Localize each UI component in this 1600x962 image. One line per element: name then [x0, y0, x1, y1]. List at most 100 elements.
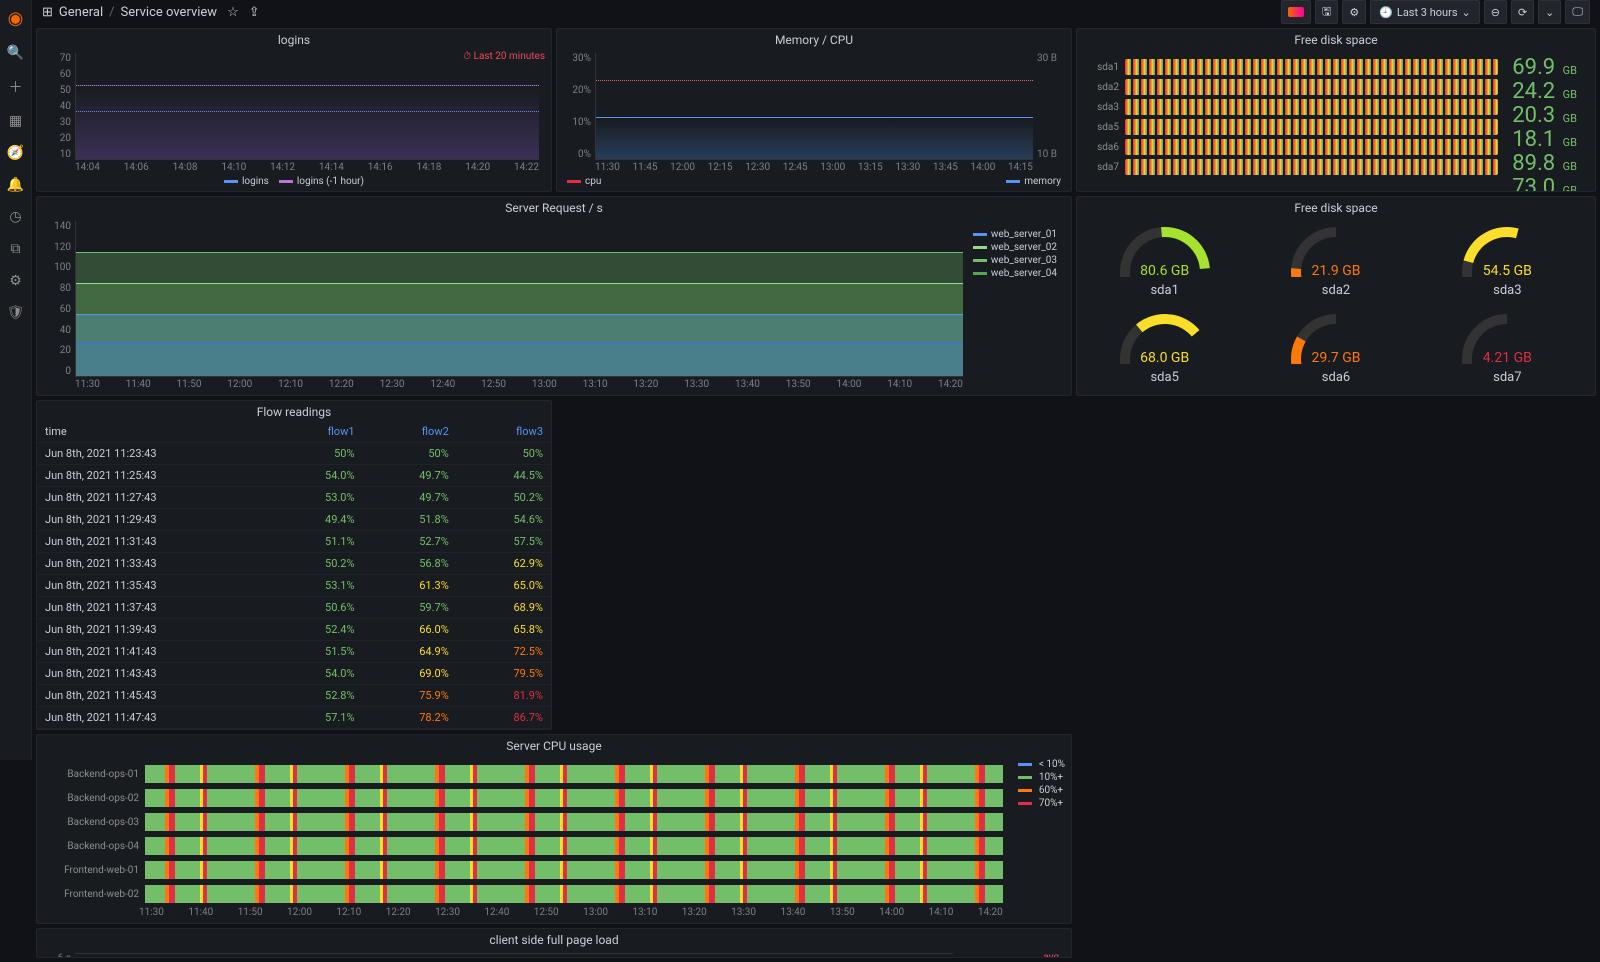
legend-item[interactable]: 60%+: [1018, 785, 1065, 796]
legend-item[interactable]: 70%+: [1018, 798, 1065, 809]
legend-item[interactable]: cpu: [567, 176, 601, 187]
page-title[interactable]: Service overview: [121, 5, 218, 20]
server-label: Backend-ops-02: [51, 793, 139, 804]
legend-item[interactable]: < 10%: [1018, 759, 1065, 770]
time-picker[interactable]: Last 3 hours ⌄: [1370, 0, 1480, 24]
explore-icon[interactable]: 🧭: [7, 145, 24, 161]
panel-free-disk-gauges[interactable]: Free disk space 80.6 GBsda121.9 GBsda254…: [1076, 196, 1596, 396]
legend-item[interactable]: web_server_02: [973, 242, 1057, 253]
cell-time: Jun 8th, 2021 11:47:43: [37, 707, 268, 729]
panel-server-requests[interactable]: Server Request / s 140120100806040200 we…: [36, 196, 1072, 396]
axis-tick: 13:20: [633, 379, 658, 391]
legend-item[interactable]: 10%+: [1018, 772, 1065, 783]
config-icon[interactable]: ⚙: [9, 273, 22, 289]
axis-tick: 12:00: [227, 379, 252, 391]
panel-flow-readings[interactable]: Flow readings timeflow1flow2flow3 Jun 8t…: [36, 400, 552, 730]
axis-tick: 14:00: [879, 907, 904, 919]
axis-tick: 60: [45, 304, 71, 315]
axis-tick: 100: [45, 262, 71, 273]
heat-bar: [1125, 79, 1498, 95]
axis-tick: 14:10: [929, 907, 954, 919]
search-icon[interactable]: 🔍: [7, 45, 24, 61]
axis-tick: 30: [45, 117, 71, 128]
zoom-out-button[interactable]: ⊖: [1484, 0, 1507, 24]
cell-flow1: 50.2%: [268, 553, 362, 575]
cell-flow1: 53.0%: [268, 487, 362, 509]
table-row: Jun 8th, 2021 11:39:4352.4%66.0%65.8%: [37, 619, 551, 641]
star-icon[interactable]: ☆: [227, 5, 239, 20]
legend-item[interactable]: web_server_01: [973, 229, 1057, 240]
cell-flow1: 50.6%: [268, 597, 362, 619]
cell-flow2: 49.7%: [363, 487, 457, 509]
panel-title: Free disk space: [1077, 197, 1595, 217]
col-header-flow2[interactable]: flow2: [363, 421, 457, 443]
axis-tick: 12:30: [745, 162, 770, 174]
axis-tick: 14:00: [970, 162, 995, 174]
settings-button[interactable]: ⚙: [1342, 0, 1366, 24]
legend-item[interactable]: logins (-1 hour): [279, 176, 364, 187]
cpu-row: Backend-ops-01: [51, 765, 1003, 783]
cpu-row: Backend-ops-03: [51, 813, 1003, 831]
cpu-bar: [145, 885, 1003, 903]
cycle-view-button[interactable]: 🖵: [1565, 0, 1590, 24]
heat-row: sda7: [1089, 159, 1498, 175]
apps-icon[interactable]: ⧉: [11, 241, 21, 257]
disk-label: sda5: [1089, 122, 1119, 133]
cell-flow1: 52.4%: [268, 619, 362, 641]
refresh-button[interactable]: ⟳: [1511, 0, 1534, 24]
axis-tick: 20: [45, 133, 71, 144]
axis-tick: 14:16: [368, 162, 393, 174]
legend-item[interactable]: logins: [224, 176, 269, 187]
axis-tick: 14:15: [1008, 162, 1033, 174]
breadcrumb-folder[interactable]: General: [59, 5, 103, 20]
panel-memory-cpu[interactable]: Memory / CPU 30%20%10%0% 30 B10 B 11:301…: [556, 28, 1072, 192]
legend-item[interactable]: web_server_04: [973, 268, 1057, 279]
refresh-interval-button[interactable]: ⌄: [1538, 0, 1561, 24]
legend-item[interactable]: web_server_03: [973, 255, 1057, 266]
axis-tick: 14:10: [887, 379, 912, 391]
panel-client-load[interactable]: client side full page load 6 s5 s4 s3 s2…: [36, 928, 1072, 958]
save-button[interactable]: 🖫: [1315, 0, 1338, 24]
axis-tick: 14:00: [836, 379, 861, 391]
axis-tick: 12:20: [386, 907, 411, 919]
panel-cpu-usage[interactable]: Server CPU usage < 10% 10%+ 60%+ 70%+ Ba…: [36, 734, 1072, 924]
cell-flow2: 59.7%: [363, 597, 457, 619]
grafana-logo-icon[interactable]: ◉: [8, 8, 24, 29]
add-panel-button[interactable]: [1281, 0, 1311, 24]
cell-flow3: 57.5%: [457, 531, 551, 553]
shield-icon[interactable]: 🛡: [7, 305, 25, 321]
server-label: Frontend-web-01: [51, 865, 139, 876]
axis-tick: 11:30: [139, 907, 164, 919]
dashboards-icon[interactable]: ▦: [9, 113, 22, 129]
share-icon[interactable]: ⇪: [249, 5, 260, 20]
panel-title: client side full page load: [37, 929, 1071, 949]
gauge-sda1: 80.6 GBsda1: [1083, 223, 1246, 302]
cell-flow3: 68.9%: [457, 597, 551, 619]
axis-tick: 12:50: [481, 379, 506, 391]
cell-flow1: 49.4%: [268, 509, 362, 531]
server-label: Frontend-web-02: [51, 889, 139, 900]
axis-tick: 13:00: [583, 907, 608, 919]
cell-flow3: 86.7%: [457, 707, 551, 729]
dashboard-grid-icon[interactable]: ⊞: [42, 5, 53, 20]
clock-icon: [1379, 6, 1393, 19]
col-header-flow3[interactable]: flow3: [457, 421, 551, 443]
legend-item[interactable]: memory: [1006, 176, 1061, 187]
panel-logins[interactable]: logins ⏱ Last 20 minutes 70605040302010 …: [36, 28, 552, 192]
plus-icon[interactable]: ＋: [9, 77, 23, 97]
col-header-flow1[interactable]: flow1: [268, 421, 362, 443]
heat-bar: [1125, 139, 1498, 155]
disk-value: 73.0 GB: [1512, 177, 1577, 192]
goto-icon[interactable]: ◷: [9, 209, 21, 225]
cell-flow3: 81.9%: [457, 685, 551, 707]
axis-tick: 14:08: [173, 162, 198, 174]
axis-tick: 10: [45, 149, 71, 160]
cell-flow2: 64.9%: [363, 641, 457, 663]
axis-tick: 13:00: [532, 379, 557, 391]
alerting-icon[interactable]: 🔔: [7, 177, 24, 193]
col-header-time[interactable]: time: [37, 421, 268, 443]
cell-flow2: 50%: [363, 443, 457, 465]
panel-free-disk-heat[interactable]: Free disk space sda1sda2sda3sda5sda6sda7…: [1076, 28, 1596, 192]
axis-tick: 40: [45, 325, 71, 336]
axis-tick: 13:10: [583, 379, 608, 391]
